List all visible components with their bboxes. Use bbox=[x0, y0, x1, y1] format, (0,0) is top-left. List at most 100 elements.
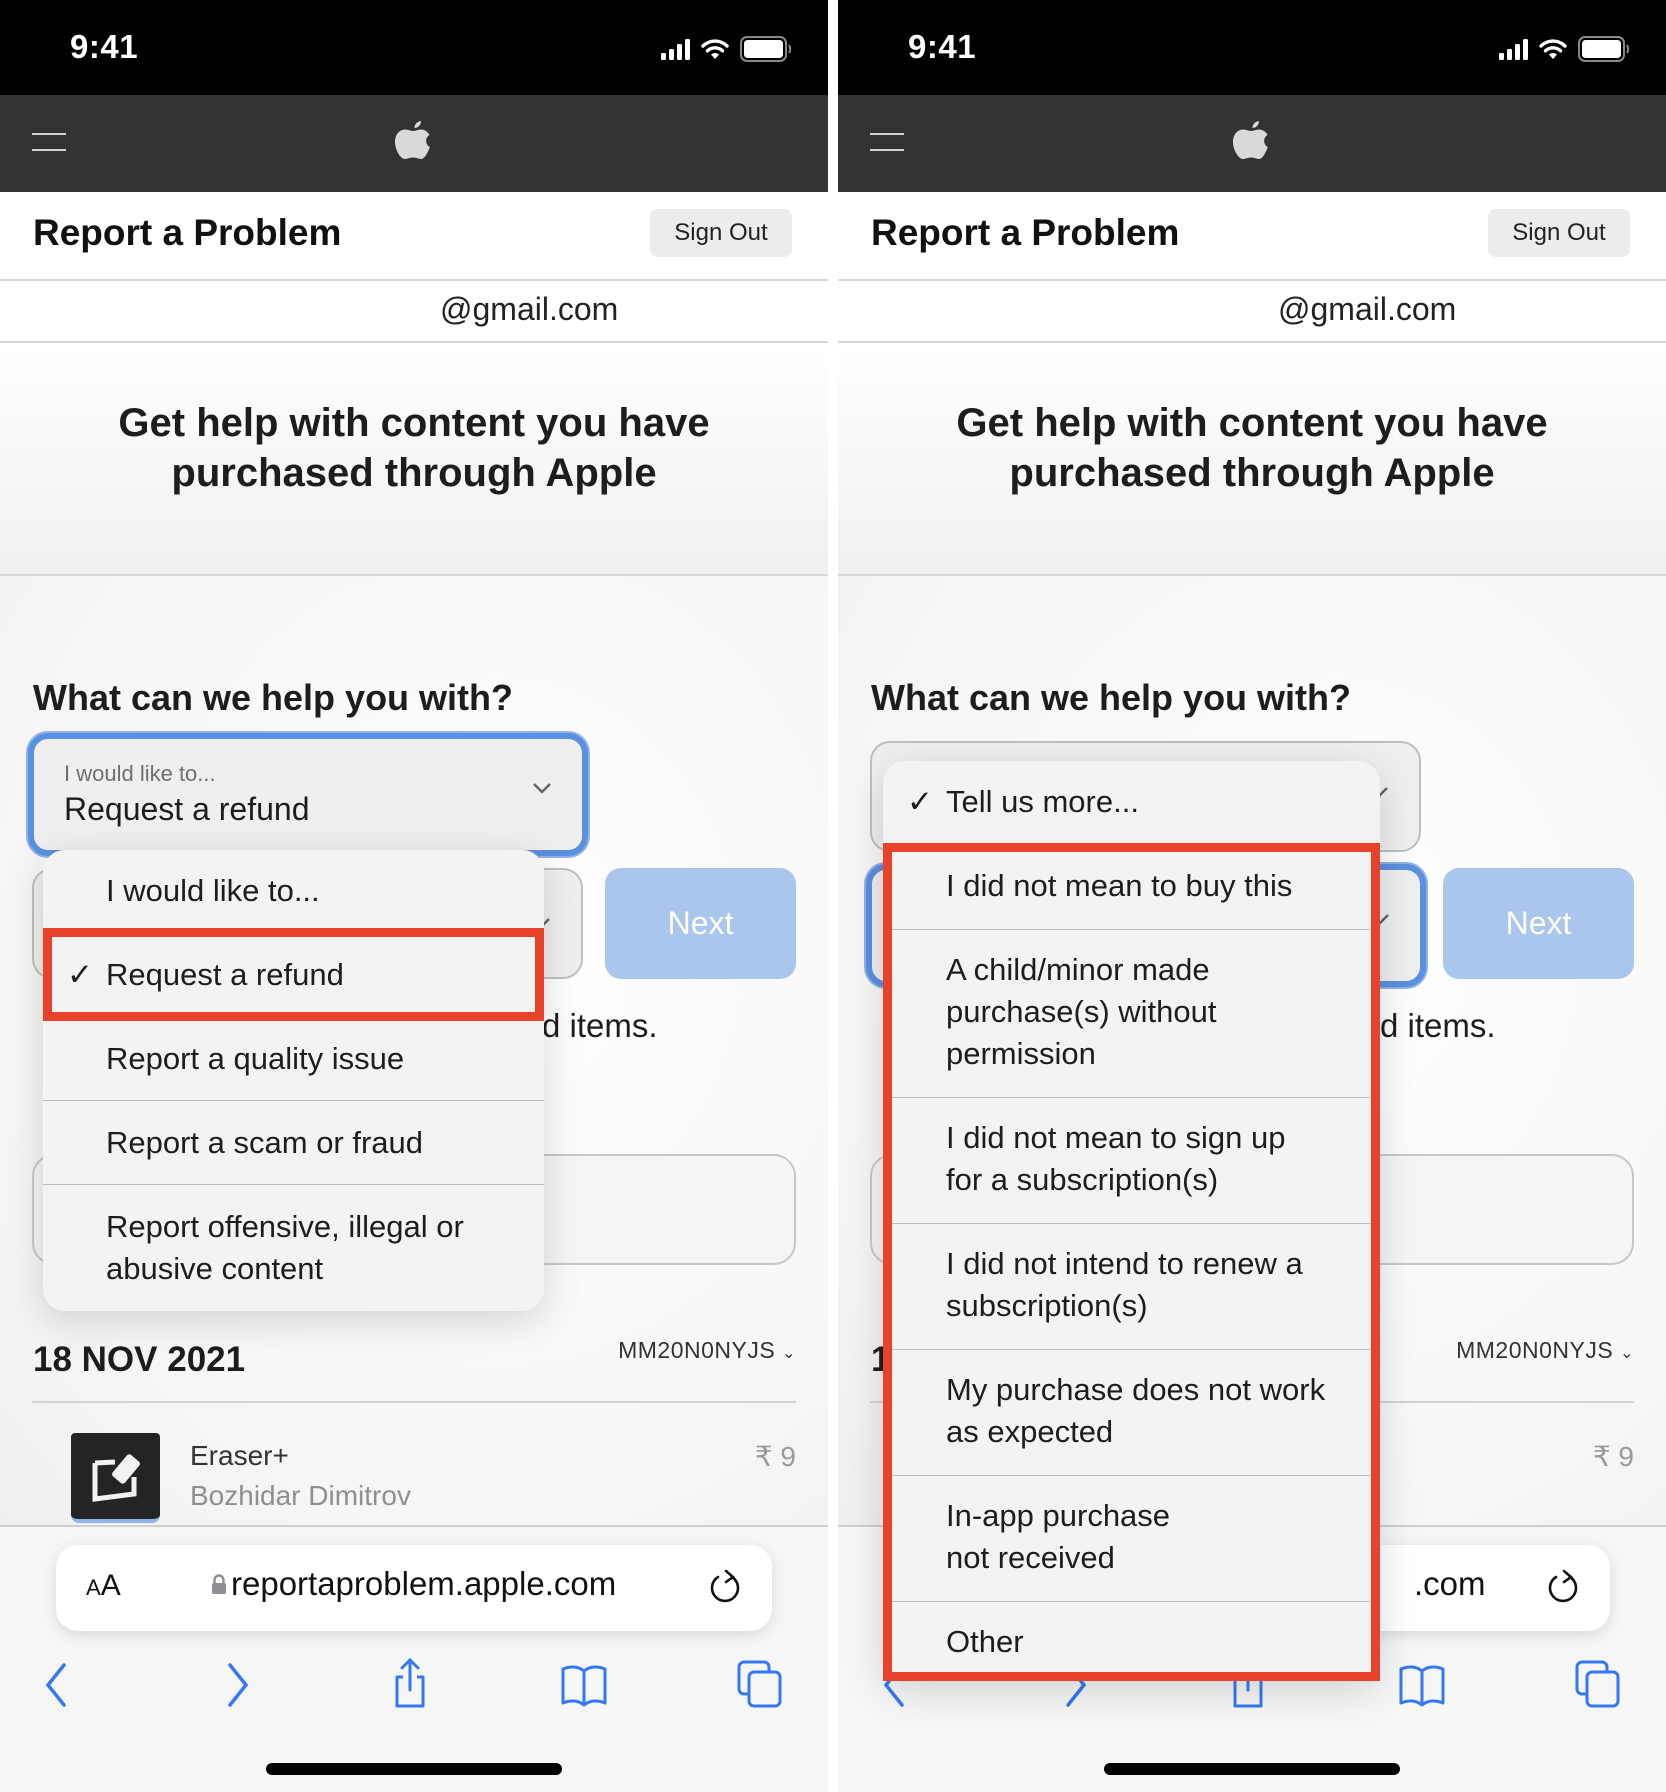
hero-line-2: purchased through Apple bbox=[171, 451, 657, 495]
request-type-menu: I would like to... ✓ Request a refund Rep… bbox=[43, 850, 544, 1311]
status-time: 9:41 bbox=[908, 28, 977, 65]
label-line: A child/minor made bbox=[946, 952, 1210, 987]
label-line: My purchase does not work bbox=[946, 1372, 1326, 1407]
order-id-dropdown[interactable]: MM20N0NYJS ⌄ bbox=[1456, 1337, 1634, 1364]
label-line: purchase(s) without bbox=[946, 994, 1217, 1029]
back-icon[interactable] bbox=[34, 1657, 82, 1709]
status-bar: 9:41 bbox=[838, 0, 1666, 95]
aa-large: A bbox=[100, 1569, 121, 1602]
menu-item-label: Report a quality issue bbox=[106, 1041, 405, 1076]
url-display[interactable]: reportaproblem.apple.com bbox=[211, 1565, 616, 1603]
panel-divider bbox=[828, 0, 838, 1792]
hamburger-icon[interactable] bbox=[32, 133, 66, 151]
left-screenshot-panel: 9:41 Report a Problem Sign Out @gmail.co… bbox=[0, 0, 828, 1792]
bookmarks-icon[interactable] bbox=[1398, 1657, 1446, 1709]
menu-item-label: I would like to... bbox=[106, 873, 320, 908]
url-text: .com bbox=[1414, 1565, 1486, 1602]
lock-icon bbox=[212, 1574, 226, 1594]
tabs-icon[interactable] bbox=[1574, 1657, 1622, 1709]
forward-icon[interactable] bbox=[212, 1657, 260, 1709]
next-button[interactable]: Next bbox=[605, 868, 796, 979]
text-size-button[interactable]: AA bbox=[86, 1569, 121, 1603]
reason-menu: ✓ Tell us more... I did not mean to buy t… bbox=[883, 761, 1380, 1681]
hero-line-1: Get help with content you have bbox=[956, 401, 1548, 445]
tabs-icon[interactable] bbox=[736, 1657, 784, 1709]
menu-separator bbox=[883, 1349, 1380, 1350]
label-line: I did not intend to renew a bbox=[946, 1246, 1303, 1281]
battery-icon bbox=[740, 36, 792, 62]
order-id-dropdown[interactable]: MM20N0NYJS ⌄ bbox=[618, 1337, 796, 1364]
sign-out-button[interactable]: Sign Out bbox=[1488, 209, 1630, 257]
cellular-signal-icon bbox=[1499, 38, 1528, 60]
select-label: I would like to... bbox=[64, 761, 216, 786]
menu-item-label: In-app purchase not received bbox=[946, 1495, 1170, 1579]
menu-separator bbox=[883, 1097, 1380, 1098]
order-id: MM20N0NYJS bbox=[618, 1337, 776, 1363]
safari-bottom-bar: AA reportaproblem.apple.com bbox=[0, 1525, 828, 1792]
url-display[interactable]: .com bbox=[1414, 1565, 1486, 1603]
description-text-partial: d items. bbox=[542, 1007, 658, 1044]
menu-separator bbox=[883, 1223, 1380, 1224]
reload-icon[interactable] bbox=[706, 1567, 744, 1607]
eraser-icon bbox=[92, 1454, 140, 1502]
menu-item-label: Report offensive, illegal or abusive cont… bbox=[106, 1206, 464, 1290]
next-button[interactable]: Next bbox=[1443, 868, 1634, 979]
label-line: for a subscription(s) bbox=[946, 1162, 1219, 1197]
description-text-partial: d items. bbox=[1380, 1007, 1496, 1044]
account-email: @gmail.com bbox=[440, 291, 619, 327]
app-developer: Bozhidar Dimitrov bbox=[190, 1480, 411, 1511]
hero-banner: Get help with content you have purchased… bbox=[0, 343, 828, 576]
app-price: ₹ 9 bbox=[754, 1441, 796, 1472]
page-header: Report a Problem Sign Out bbox=[838, 192, 1666, 281]
hero-heading: Get help with content you have purchased… bbox=[0, 398, 828, 498]
status-icons bbox=[661, 36, 792, 62]
nav-bar bbox=[0, 95, 828, 192]
wifi-icon bbox=[1539, 39, 1567, 59]
menu-separator bbox=[883, 1475, 1380, 1476]
app-name: Eraser+ bbox=[190, 1440, 289, 1471]
right-screenshot-panel: 9:41 Report a Problem Sign Out @gmail.co… bbox=[838, 0, 1666, 1792]
chevron-down-icon: ⌄ bbox=[782, 1345, 796, 1362]
account-email: @gmail.com bbox=[1278, 291, 1457, 327]
hamburger-icon[interactable] bbox=[870, 133, 904, 151]
status-icons bbox=[1499, 36, 1630, 62]
hero-heading: Get help with content you have purchased… bbox=[838, 398, 1666, 498]
hero-banner: Get help with content you have purchased… bbox=[838, 343, 1666, 576]
menu-separator bbox=[43, 1100, 544, 1101]
hero-line-1: Get help with content you have bbox=[118, 401, 710, 445]
checkmark-icon: ✓ bbox=[907, 784, 933, 819]
menu-item-label: I did not mean to sign up for a subscript… bbox=[946, 1117, 1286, 1201]
select-value: Request a refund bbox=[64, 791, 310, 827]
url-text: reportaproblem.apple.com bbox=[231, 1565, 617, 1602]
app-icon-eraser[interactable] bbox=[71, 1433, 160, 1523]
request-type-select[interactable]: I would like to... Request a refund bbox=[28, 733, 588, 856]
account-email-row: @gmail.com bbox=[0, 281, 828, 343]
cellular-signal-icon bbox=[661, 38, 690, 60]
page-header: Report a Problem Sign Out bbox=[0, 192, 828, 281]
bookmarks-icon[interactable] bbox=[560, 1657, 608, 1709]
help-heading: What can we help you with? bbox=[33, 677, 514, 718]
label-line: Report offensive, illegal or bbox=[106, 1209, 464, 1244]
hero-line-2: purchased through Apple bbox=[1009, 451, 1495, 495]
label-line: subscription(s) bbox=[946, 1288, 1148, 1323]
safari-toolbar bbox=[0, 1657, 828, 1717]
apple-logo-icon[interactable] bbox=[391, 117, 435, 165]
page-title: Report a Problem bbox=[33, 212, 342, 253]
chevron-down-icon: ⌄ bbox=[1620, 1345, 1634, 1362]
purchase-date: 18 NOV 2021 bbox=[33, 1340, 246, 1379]
reload-icon[interactable] bbox=[1544, 1567, 1582, 1607]
sign-out-button[interactable]: Sign Out bbox=[650, 209, 792, 257]
share-icon[interactable] bbox=[386, 1657, 434, 1709]
label-line: In-app purchase bbox=[946, 1498, 1171, 1533]
help-heading: What can we help you with? bbox=[871, 677, 1352, 718]
wifi-icon bbox=[701, 39, 729, 59]
page-title: Report a Problem bbox=[871, 212, 1180, 253]
menu-item-label: My purchase does not work as expected bbox=[946, 1369, 1325, 1453]
label-line: abusive content bbox=[106, 1251, 324, 1286]
menu-item-label: Other bbox=[946, 1624, 1024, 1659]
apple-logo-icon[interactable] bbox=[1229, 117, 1273, 165]
address-bar[interactable]: AA reportaproblem.apple.com bbox=[56, 1545, 772, 1631]
menu-separator bbox=[883, 929, 1380, 930]
main-content: What can we help you with? Next d items.… bbox=[0, 577, 828, 1527]
menu-item-label: Report a scam or fraud bbox=[106, 1125, 424, 1160]
